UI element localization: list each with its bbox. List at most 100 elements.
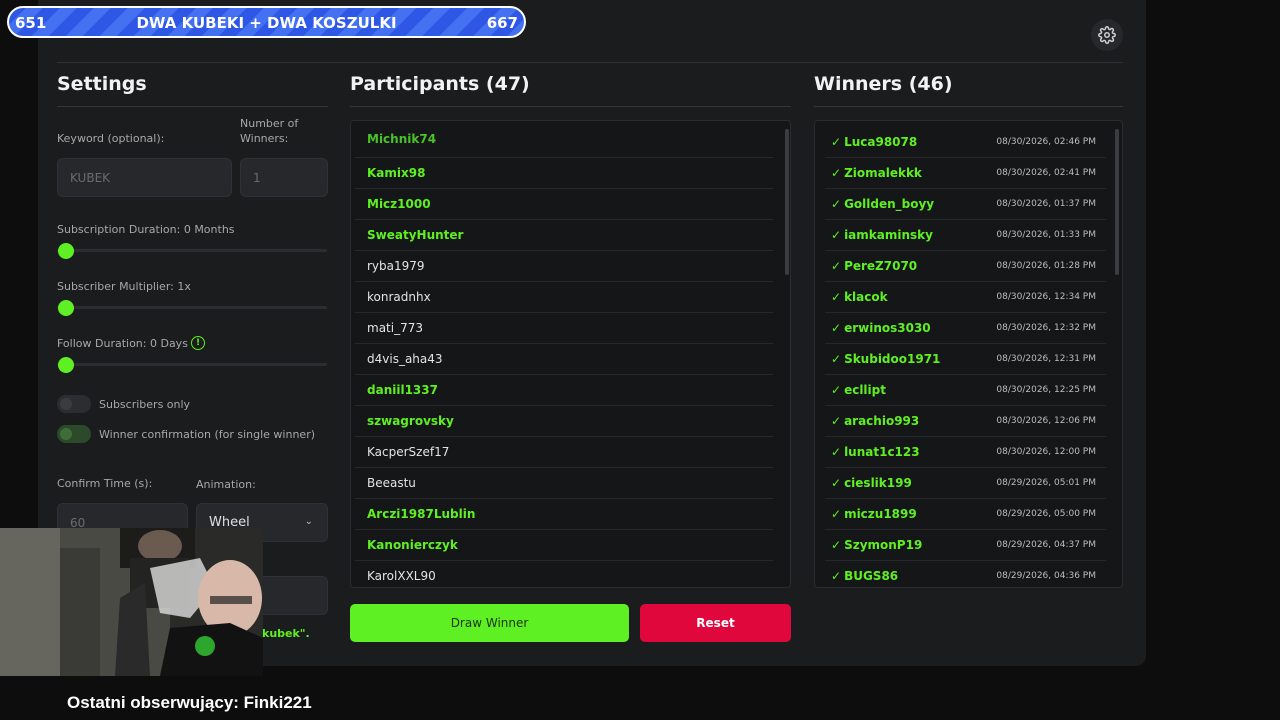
winner-date: 08/30/2026, 02:46 PM — [996, 137, 1096, 147]
winner-name: klacok — [844, 290, 888, 304]
checkmark-icon: ✓ — [831, 383, 842, 397]
participant-row: Arczi1987Lublin — [355, 499, 773, 530]
winners-count-input[interactable]: 1 — [240, 158, 328, 197]
subscription-duration-label: Subscription Duration: 0 Months — [57, 223, 235, 236]
winners-label-line1: Number of — [240, 117, 299, 130]
winner-confirmation-toggle[interactable] — [57, 425, 91, 443]
participant-row: Kamix98 — [355, 158, 773, 189]
settings-title: Settings — [57, 73, 147, 95]
participant-row: Micz1000 — [355, 189, 773, 220]
winner-date: 08/30/2026, 12:31 PM — [996, 354, 1096, 364]
goal-right-count: 667 — [486, 14, 518, 32]
settings-gear-button[interactable] — [1091, 19, 1123, 51]
participant-row: ryba1979 — [355, 251, 773, 282]
winner-date: 08/30/2026, 01:28 PM — [996, 261, 1096, 271]
checkmark-icon: ✓ — [831, 259, 842, 273]
winner-row: ✓ klacok 08/30/2026, 12:34 PM — [825, 282, 1106, 313]
checkmark-icon: ✓ — [831, 166, 842, 180]
checkmark-icon: ✓ — [831, 538, 842, 552]
checkmark-icon: ✓ — [831, 321, 842, 335]
winner-date: 08/29/2026, 05:01 PM — [996, 478, 1096, 488]
winner-date: 08/30/2026, 02:41 PM — [996, 168, 1096, 178]
participant-row: d4vis_aha43 — [355, 344, 773, 375]
subscriber-multiplier-slider[interactable] — [57, 306, 327, 309]
subscribers-only-toggle[interactable] — [57, 395, 91, 413]
winner-row: ✓ Ziomalekkk 08/30/2026, 02:41 PM — [825, 158, 1106, 189]
follow-duration-label: Follow Duration: 0 Days — [57, 337, 188, 350]
winners-scrollbar[interactable] — [1115, 129, 1119, 275]
info-icon[interactable]: ! — [191, 336, 205, 350]
checkmark-icon: ✓ — [831, 445, 842, 459]
winner-row: ✓ miczu1899 08/29/2026, 05:00 PM — [825, 499, 1106, 530]
winner-date: 08/30/2026, 01:37 PM — [996, 199, 1096, 209]
keyword-hint: kubek". — [262, 627, 310, 640]
winner-name: cieslik199 — [844, 476, 912, 490]
participants-divider — [350, 106, 791, 107]
winner-name: miczu1899 — [844, 507, 917, 521]
participant-row: szwagrovsky — [355, 406, 773, 437]
winners-divider — [814, 106, 1123, 107]
settings-divider — [57, 106, 328, 107]
winner-row: ✓ PereZ7070 08/30/2026, 01:28 PM — [825, 251, 1106, 282]
winner-date: 08/30/2026, 12:34 PM — [996, 292, 1096, 302]
follow-duration-slider[interactable] — [57, 363, 327, 366]
draw-winner-button[interactable]: Draw Winner — [350, 604, 629, 642]
participants-title: Participants (47) — [350, 73, 530, 95]
keyword-input[interactable]: KUBEK — [57, 158, 232, 197]
winner-date: 08/30/2026, 12:32 PM — [996, 323, 1096, 333]
checkmark-icon: ✓ — [831, 476, 842, 490]
goal-title: DWA KUBEKI + DWA KOSZULKI — [136, 14, 397, 32]
winner-date: 08/30/2026, 12:06 PM — [996, 416, 1096, 426]
winner-row: ✓ erwinos3030 08/30/2026, 12:32 PM — [825, 313, 1106, 344]
winner-name: SzymonP19 — [844, 538, 923, 552]
participant-row: daniil1337 — [355, 375, 773, 406]
winner-row: ✓ cieslik199 08/29/2026, 05:01 PM — [825, 468, 1106, 499]
winner-name: Ziomalekkk — [844, 166, 922, 180]
winner-name: iamkaminsky — [844, 228, 933, 242]
winners-list[interactable]: ✓ Luca98078 08/30/2026, 02:46 PM ✓ Ziomalekk… — [814, 120, 1123, 588]
animation-label: Animation: — [196, 478, 256, 491]
winner-name: Skubidoo1971 — [844, 352, 941, 366]
webcam-overlay — [0, 528, 263, 676]
winner-row: ✓ ecllipt 08/30/2026, 12:25 PM — [825, 375, 1106, 406]
winner-date: 08/29/2026, 05:00 PM — [996, 509, 1096, 519]
subscription-duration-thumb[interactable] — [58, 243, 74, 259]
winner-row: ✓ iamkaminsky 08/30/2026, 01:33 PM — [825, 220, 1106, 251]
subscriber-multiplier-thumb[interactable] — [58, 300, 74, 316]
winner-name: erwinos3030 — [844, 321, 931, 335]
winner-row: ✓ BUGS86 08/29/2026, 04:36 PM — [825, 561, 1106, 587]
winner-name: Gollden_boyy — [844, 197, 935, 211]
stream-goal-banner: 651 DWA KUBEKI + DWA KOSZULKI 667 — [7, 6, 526, 38]
participant-row: konradnhx — [355, 282, 773, 313]
winner-date: 08/29/2026, 04:36 PM — [996, 571, 1096, 581]
reset-button[interactable]: Reset — [640, 604, 791, 642]
participant-row: Kanonierczyk — [355, 530, 773, 561]
confirm-time-label: Confirm Time (s): — [57, 477, 153, 490]
winner-row: ✓ Luca98078 08/30/2026, 02:46 PM — [825, 127, 1106, 158]
keyword-label: Keyword (optional): — [57, 132, 165, 145]
subscribers-only-label: Subscribers only — [99, 398, 191, 411]
participant-row: KarolXXL90 — [355, 561, 773, 587]
webcam-image — [0, 528, 263, 676]
participant-row: SweatyHunter — [355, 220, 773, 251]
checkmark-icon: ✓ — [831, 290, 842, 304]
winner-row: ✓ Skubidoo1971 08/30/2026, 12:31 PM — [825, 344, 1106, 375]
participant-row: mati_773 — [355, 313, 773, 344]
winners-title: Winners (46) — [814, 73, 953, 95]
participants-scrollbar[interactable] — [785, 129, 789, 275]
chevron-down-icon: ⌄ — [304, 516, 313, 527]
checkmark-icon: ✓ — [831, 228, 842, 242]
last-follower-text: Ostatni obserwujący: Finki221 — [67, 693, 312, 712]
participants-list[interactable]: Michnik74 Kamix98 Micz1000 SweatyHunter ryba… — [350, 120, 791, 588]
checkmark-icon: ✓ — [831, 414, 842, 428]
winner-confirmation-label: Winner confirmation (for single winner) — [99, 428, 316, 441]
follow-duration-thumb[interactable] — [58, 357, 74, 373]
winner-name: BUGS86 — [844, 569, 899, 583]
subscription-duration-slider[interactable] — [57, 249, 327, 252]
checkmark-icon: ✓ — [831, 507, 842, 521]
gear-icon — [1098, 26, 1116, 44]
winner-name: lunat1c123 — [844, 445, 920, 459]
participant-row: Michnik74 — [355, 121, 773, 158]
participant-row: Beeastu — [355, 468, 773, 499]
checkmark-icon: ✓ — [831, 197, 842, 211]
